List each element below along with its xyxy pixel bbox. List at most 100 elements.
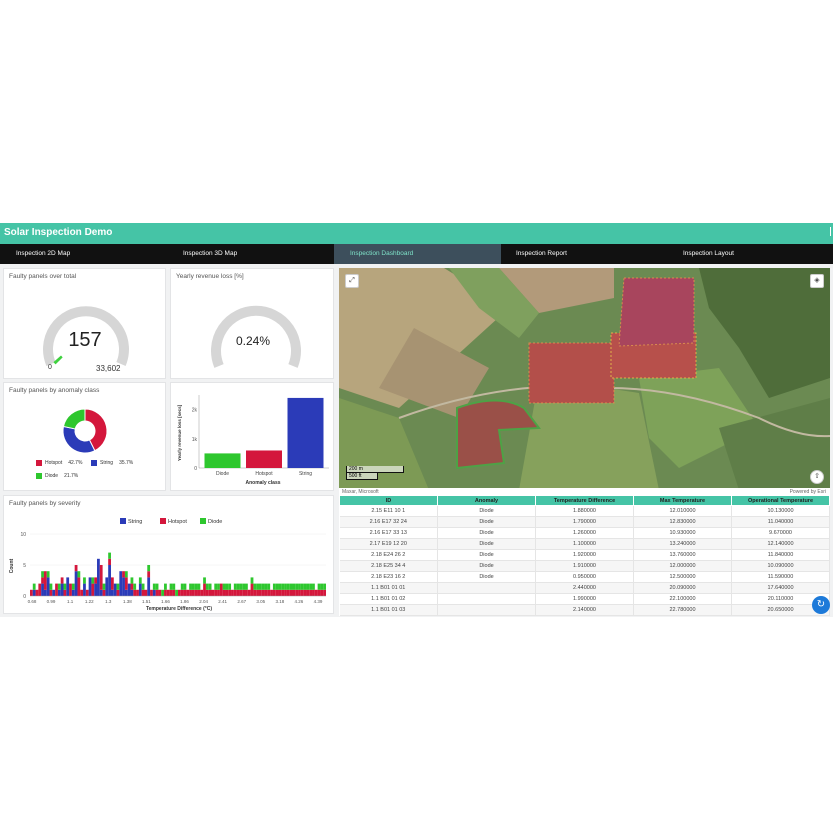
hist-bar-diode[interactable]: [242, 583, 246, 590]
hist-bar-hotspot[interactable]: [250, 583, 254, 596]
hist-bar-string[interactable]: [57, 589, 61, 596]
hist-bar-hotspot[interactable]: [186, 589, 190, 596]
hist-bar-string[interactable]: [99, 589, 103, 596]
hist-bar-hotspot[interactable]: [80, 589, 84, 596]
hist-bar-hotspot[interactable]: [172, 589, 176, 596]
hist-bar-hotspot[interactable]: [38, 583, 42, 596]
col-id-header[interactable]: ID: [339, 495, 438, 506]
hist-bar-diode[interactable]: [275, 583, 279, 590]
table-row[interactable]: 2.18 E24 26 2 Diode 1.920000 13.760000 11.84…: [339, 549, 830, 561]
hist-bar-diode[interactable]: [264, 583, 268, 590]
hist-bar-diode[interactable]: [102, 583, 106, 590]
hist-bar-string[interactable]: [66, 577, 70, 596]
hist-bar-hotspot[interactable]: [197, 589, 201, 596]
hist-bar-hotspot[interactable]: [272, 589, 276, 596]
tab-inspection-dashboard[interactable]: Inspection Dashboard: [334, 244, 501, 264]
bar-hotspot[interactable]: [246, 450, 282, 468]
hist-bar-hotspot[interactable]: [130, 583, 134, 590]
hist-bar-hotspot[interactable]: [278, 589, 282, 596]
tab-inspection-layout[interactable]: Inspection Layout: [667, 244, 833, 264]
hist-bar-hotspot[interactable]: [178, 589, 181, 596]
hist-bar-diode[interactable]: [91, 577, 95, 584]
hist-bar-diode[interactable]: [292, 583, 296, 590]
hist-bar-diode[interactable]: [250, 577, 254, 584]
hist-bar-diode[interactable]: [124, 571, 128, 578]
hist-bar-hotspot[interactable]: [256, 589, 259, 596]
hist-bar-hotspot[interactable]: [303, 589, 307, 596]
table-row[interactable]: 2.18 E25 34 4 Diode 1.910000 12.000000 10.09…: [339, 560, 830, 572]
hist-bar-diode[interactable]: [306, 583, 310, 590]
hist-bar-diode[interactable]: [46, 571, 50, 578]
hist-bar-hotspot[interactable]: [258, 589, 262, 596]
hist-bar-diode[interactable]: [41, 571, 44, 578]
hist-bar-hotspot[interactable]: [242, 589, 246, 596]
hist-bar-diode[interactable]: [133, 583, 137, 590]
hist-bar-hotspot[interactable]: [74, 565, 78, 572]
hist-bar-diode[interactable]: [298, 583, 301, 590]
hist-bar-hotspot[interactable]: [289, 589, 293, 596]
hist-bar-hotspot[interactable]: [236, 589, 240, 596]
hist-bar-diode[interactable]: [172, 583, 176, 590]
hist-bar-diode[interactable]: [108, 552, 111, 559]
hist-bar-hotspot[interactable]: [323, 589, 326, 596]
hist-bar-diode[interactable]: [253, 583, 257, 590]
hist-bar-hotspot[interactable]: [189, 589, 192, 596]
hist-bar-hotspot[interactable]: [200, 589, 204, 596]
hist-bar-string[interactable]: [119, 571, 123, 596]
hist-bar-diode[interactable]: [71, 583, 75, 590]
hist-bar-diode[interactable]: [63, 583, 67, 590]
hist-bar-hotspot[interactable]: [122, 571, 125, 578]
hist-bar-diode[interactable]: [161, 589, 165, 596]
hist-bar-string[interactable]: [152, 589, 156, 596]
hist-bar-hotspot[interactable]: [292, 589, 296, 596]
table-row[interactable]: 1.1 B01 01 03 2.140000 22.780000 20.650000: [339, 604, 830, 616]
hist-bar-hotspot[interactable]: [267, 589, 271, 596]
hist-bar-diode[interactable]: [258, 583, 262, 590]
hist-bar-hotspot[interactable]: [306, 589, 310, 596]
hist-bar-hotspot[interactable]: [183, 589, 187, 596]
hist-bar-diode[interactable]: [49, 583, 53, 590]
hist-bar-hotspot[interactable]: [155, 589, 159, 596]
table-row[interactable]: 2.18 E23 16 2 Diode 0.950000 12.500000 11.59…: [339, 571, 830, 583]
hist-bar-string[interactable]: [83, 583, 86, 596]
hist-bar-diode[interactable]: [203, 577, 206, 584]
hist-bar-hotspot[interactable]: [144, 589, 148, 596]
hist-bar-hotspot[interactable]: [158, 589, 162, 596]
hist-bar-string[interactable]: [43, 589, 47, 596]
hist-bar-string[interactable]: [122, 577, 125, 596]
hist-bar-hotspot[interactable]: [85, 589, 89, 596]
hist-bar-hotspot[interactable]: [312, 589, 315, 596]
hist-bar-diode[interactable]: [152, 583, 156, 590]
hist-bar-diode[interactable]: [303, 583, 307, 590]
hist-bar-diode[interactable]: [175, 589, 178, 596]
col-anomaly-header[interactable]: Anomaly: [437, 495, 536, 506]
hist-bar-hotspot[interactable]: [164, 589, 167, 596]
hist-bar-diode[interactable]: [141, 583, 145, 590]
table-row[interactable]: 2.16 E17 33 13 Diode 1.260000 10.930000 9.67…: [339, 527, 830, 539]
hist-bar-hotspot[interactable]: [217, 589, 220, 596]
hist-bar-string[interactable]: [71, 589, 75, 596]
table-row[interactable]: 2.17 E19 12 20 Diode 1.100000 13.240000 12.1…: [339, 538, 830, 550]
hist-bar-diode[interactable]: [197, 583, 201, 590]
hist-bar-diode[interactable]: [261, 583, 265, 590]
hist-bar-hotspot[interactable]: [211, 589, 215, 596]
hist-bar-hotspot[interactable]: [77, 577, 81, 596]
hist-bar-hotspot[interactable]: [317, 589, 321, 596]
hist-bar-string[interactable]: [46, 577, 50, 596]
hist-bar-hotspot[interactable]: [91, 583, 95, 596]
refresh-button[interactable]: ↻: [812, 596, 830, 614]
hist-bar-hotspot[interactable]: [309, 589, 313, 596]
hist-bar-diode[interactable]: [317, 583, 321, 590]
hist-bar-hotspot[interactable]: [205, 589, 209, 596]
hist-bar-hotspot[interactable]: [281, 589, 285, 596]
hist-bar-hotspot[interactable]: [231, 589, 234, 596]
bar-string[interactable]: [287, 397, 324, 468]
hist-bar-string[interactable]: [127, 583, 131, 596]
hist-bar-hotspot[interactable]: [116, 589, 120, 596]
hist-bar-diode[interactable]: [225, 583, 229, 590]
hist-bar-diode[interactable]: [267, 583, 271, 590]
hist-bar-string[interactable]: [105, 577, 109, 596]
hist-bar-diode[interactable]: [116, 583, 120, 590]
hist-legend-diode[interactable]: Diode: [208, 519, 222, 525]
hist-bar-hotspot[interactable]: [264, 589, 268, 596]
